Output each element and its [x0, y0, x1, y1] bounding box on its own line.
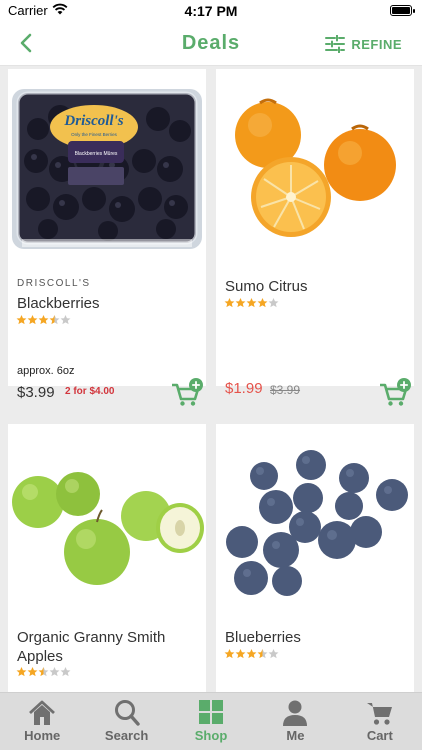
- tab-cart[interactable]: Cart: [338, 693, 422, 750]
- product-card-sumo-citrus[interactable]: Sumo Citrus $1.99 $3.99: [216, 69, 414, 406]
- product-card-blueberries[interactable]: Blueberries: [216, 424, 414, 692]
- deals-grid: Driscoll's Only the Finest Berries Black…: [0, 67, 422, 692]
- product-name: Blueberries: [225, 629, 301, 646]
- star-icon: [16, 667, 27, 677]
- tab-label: Me: [286, 728, 305, 743]
- star-icon: [27, 667, 38, 677]
- person-icon: [283, 700, 308, 726]
- star-icon: [257, 298, 268, 308]
- home-icon: [29, 700, 56, 725]
- star-rating: [16, 666, 71, 677]
- cart-icon: [366, 703, 392, 725]
- star-icon: [246, 298, 257, 308]
- tab-home[interactable]: Home: [0, 693, 84, 750]
- star-icon: [60, 315, 71, 325]
- star-rating: [224, 297, 279, 308]
- blackberries-image: Driscoll's Only the Finest Berries Black…: [12, 89, 202, 249]
- star-rating: [224, 648, 279, 659]
- nav-bar: Deals REFINE: [0, 22, 422, 66]
- star-icon: [49, 315, 60, 325]
- blackberries-tagline-text: Only the Finest Berries: [71, 132, 118, 137]
- star-icon: [268, 298, 279, 308]
- star-icon: [224, 649, 235, 659]
- sumo-citrus-image: [235, 98, 396, 237]
- star-icon: [235, 298, 246, 308]
- star-icon: [60, 667, 71, 677]
- blackberries-label-text: Blackberries Mûres: [75, 151, 118, 157]
- star-icon: [38, 667, 49, 677]
- tab-label: Shop: [194, 728, 228, 743]
- product-name: Blackberries: [17, 295, 100, 312]
- status-bar: Carrier 4:17 PM: [0, 0, 422, 22]
- product-brand: DRISCOLL'S: [17, 278, 91, 289]
- tab-shop[interactable]: Shop: [169, 693, 253, 750]
- tab-label: Cart: [366, 728, 393, 743]
- blueberries-image: [226, 450, 408, 596]
- star-icon: [257, 649, 268, 659]
- battery-icon: [390, 5, 415, 16]
- product-name: Sumo Citrus: [225, 278, 308, 295]
- grid-icon: [199, 700, 224, 724]
- star-rating: [16, 314, 71, 325]
- tab-search[interactable]: Search: [84, 693, 168, 750]
- star-icon: [27, 315, 38, 325]
- original-price: $3.99: [270, 383, 301, 397]
- tab-label: Search: [104, 728, 149, 743]
- product-size: approx. 6oz: [17, 365, 75, 377]
- filter-sliders-icon: [325, 35, 346, 53]
- star-icon: [235, 649, 246, 659]
- star-icon: [268, 649, 279, 659]
- product-card-granny-smith-apples[interactable]: Organic Granny Smith Apples: [8, 424, 206, 692]
- tab-bar: Home Search Shop Me Cart: [0, 692, 422, 750]
- status-time: 4:17 PM: [184, 3, 238, 19]
- apples-image: [12, 472, 204, 585]
- star-icon: [16, 315, 27, 325]
- add-to-cart-icon[interactable]: [170, 377, 204, 407]
- tab-me[interactable]: Me: [253, 693, 337, 750]
- refine-label: REFINE: [351, 36, 402, 52]
- add-to-cart-icon[interactable]: [378, 377, 412, 407]
- product-price: $3.99: [17, 384, 55, 401]
- promo-badge: 2 for $4.00: [65, 386, 115, 397]
- blackberries-logo-text: Driscoll's: [63, 113, 123, 129]
- search-icon: [114, 700, 140, 726]
- product-name: Organic Granny Smith Apples: [17, 629, 166, 665]
- refine-button[interactable]: REFINE: [325, 34, 402, 54]
- star-icon: [246, 649, 257, 659]
- star-icon: [38, 315, 49, 325]
- star-icon: [224, 298, 235, 308]
- product-card-blackberries[interactable]: Driscoll's Only the Finest Berries Black…: [8, 69, 206, 406]
- product-price: $1.99: [225, 380, 263, 397]
- tab-label: Home: [24, 728, 61, 743]
- star-icon: [49, 667, 60, 677]
